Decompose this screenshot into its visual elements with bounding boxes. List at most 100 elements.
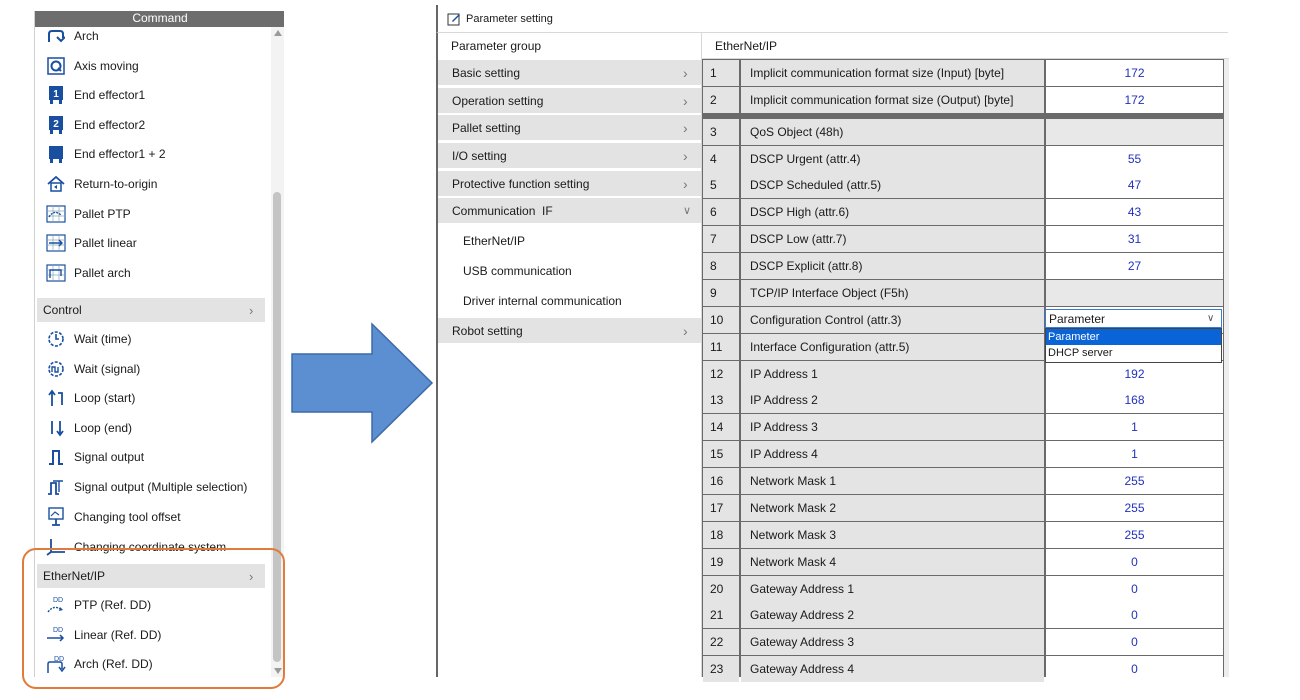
table-scrollbar[interactable]: [1224, 59, 1229, 677]
end-effector-2-icon: 2: [46, 115, 66, 135]
command-item-loop-start[interactable]: Loop (start): [35, 383, 265, 412]
row-number: 7: [703, 226, 739, 253]
table-row: 14 IP Address 31: [703, 414, 1223, 441]
parameter-value[interactable]: 47: [1046, 172, 1223, 199]
parameter-name: Interface Configuration (attr.5): [741, 333, 1044, 360]
group-robot-setting[interactable]: Robot setting ›: [438, 318, 701, 343]
command-item-return-to-origin[interactable]: Return-to-origin: [35, 169, 265, 198]
command-item-end-effector-both[interactable]: End effector1 + 2: [35, 139, 265, 168]
window-title: Parameter setting: [466, 12, 553, 25]
table-row: 8 DSCP Explicit (attr.8) 27: [703, 253, 1223, 280]
command-item-end-effector1[interactable]: 1 End effector1: [35, 80, 265, 109]
parameter-name: DSCP Explicit (attr.8): [741, 253, 1044, 280]
row-number: 1: [703, 60, 739, 86]
chevron-right-icon: ›: [249, 302, 254, 318]
parameter-value[interactable]: 255: [1046, 494, 1223, 521]
parameter-name: DSCP Scheduled (attr.5): [741, 172, 1044, 199]
parameter-table-header: EtherNet/IP: [702, 33, 1229, 59]
home-icon: [46, 174, 66, 194]
chevron-right-icon: ›: [683, 175, 688, 192]
group-communication-if[interactable]: Communication IF ∨: [438, 198, 701, 223]
subgroup-ethernet-ip[interactable]: EtherNet/IP: [438, 226, 701, 256]
group-pallet-setting[interactable]: Pallet setting ›: [438, 115, 701, 140]
command-item-wait-time[interactable]: Wait (time): [35, 324, 265, 353]
command-item-changing-tool-offset[interactable]: Changing tool offset: [35, 502, 265, 531]
table-row: 6 DSCP High (attr.6) 43: [703, 199, 1223, 226]
pallet-arch-icon: [46, 263, 66, 283]
option-parameter[interactable]: Parameter: [1046, 329, 1221, 345]
chevron-right-icon: ›: [683, 119, 688, 136]
table-row: 18 Network Mask 3 255: [703, 521, 1223, 548]
row-number: 9: [703, 279, 739, 306]
table-row: 2 Implicit communication format size (Out…: [703, 86, 1223, 113]
parameter-value[interactable]: 0: [1046, 602, 1223, 629]
command-item-wait-signal[interactable]: Wait (signal): [35, 354, 265, 383]
pallet-ptp-icon: [46, 204, 66, 224]
command-item-pallet-linear[interactable]: Pallet linear: [35, 228, 265, 257]
subgroup-driver-internal-communication[interactable]: Driver internal communication: [438, 286, 701, 316]
parameter-name: DSCP Low (attr.7): [741, 226, 1044, 253]
parameter-name: Configuration Control (attr.3): [741, 306, 1044, 333]
configuration-control-select[interactable]: Parameter ∨: [1045, 309, 1222, 328]
parameter-value[interactable]: 168: [1046, 387, 1223, 414]
parameter-value[interactable]: 172: [1046, 60, 1223, 86]
right-arrow-icon: [291, 322, 434, 444]
configuration-control-options: Parameter DHCP server: [1045, 328, 1222, 363]
subgroup-usb-communication[interactable]: USB communication: [438, 256, 701, 286]
parameter-group-header: Parameter group: [451, 39, 542, 53]
group-basic-setting[interactable]: Basic setting ›: [438, 60, 701, 85]
group-protective-function-setting[interactable]: Protective function setting ›: [438, 171, 701, 196]
chevron-down-icon: ∨: [1207, 313, 1215, 324]
row-number: 17: [703, 494, 739, 521]
table-row: 19 Network Mask 40: [703, 548, 1223, 575]
ethernet-ip-highlight: [22, 548, 285, 689]
command-item-loop-end[interactable]: Loop (end): [35, 413, 265, 442]
parameter-name: Network Mask 3: [741, 521, 1044, 548]
row-number: 14: [703, 414, 739, 441]
parameter-value[interactable]: 1: [1046, 414, 1223, 441]
row-number: 5: [703, 172, 739, 199]
parameter-value[interactable]: 27: [1046, 253, 1223, 280]
parameter-value[interactable]: 192: [1046, 360, 1223, 387]
parameter-value[interactable]: 1: [1046, 441, 1223, 468]
parameter-name: DSCP High (attr.6): [741, 199, 1044, 226]
parameter-value[interactable]: 255: [1046, 468, 1223, 495]
parameter-value[interactable]: 0: [1046, 575, 1223, 602]
command-item-arch[interactable]: Arch: [35, 21, 265, 50]
table-row: 12 IP Address 1 192: [703, 360, 1223, 387]
parameter-name: IP Address 2: [741, 387, 1044, 414]
scroll-up-icon[interactable]: [274, 30, 282, 36]
command-item-pallet-arch[interactable]: Pallet arch: [35, 258, 265, 287]
row-number: 8: [703, 253, 739, 280]
signal-wait-icon: [46, 359, 66, 379]
row-number: 23: [703, 656, 739, 683]
row-number: 15: [703, 441, 739, 468]
pallet-linear-icon: [46, 233, 66, 253]
command-item-signal-output-multiple[interactable]: Signal output (Multiple selection): [35, 472, 265, 501]
pulse-icon: [46, 447, 66, 467]
row-number: 19: [703, 548, 739, 575]
parameter-value[interactable]: 0: [1046, 656, 1223, 683]
group-operation-setting[interactable]: Operation setting ›: [438, 88, 701, 113]
option-dhcp-server[interactable]: DHCP server: [1046, 345, 1221, 361]
parameter-name: QoS Object (48h): [741, 118, 1044, 145]
table-row: 5 DSCP Scheduled (attr.5) 47: [703, 172, 1223, 199]
command-item-axis-moving[interactable]: Axis moving: [35, 51, 265, 80]
command-item-end-effector2[interactable]: 2 End effector2: [35, 110, 265, 139]
parameter-value[interactable]: 0: [1046, 629, 1223, 656]
group-io-setting[interactable]: I/O setting ›: [438, 143, 701, 168]
svg-text:2: 2: [53, 119, 59, 130]
table-row: 13 IP Address 2 168: [703, 387, 1223, 414]
parameter-value[interactable]: 255: [1046, 521, 1223, 548]
parameter-value[interactable]: 31: [1046, 226, 1223, 253]
category-control[interactable]: Control ›: [37, 298, 265, 322]
parameter-value[interactable]: 0: [1046, 548, 1223, 575]
parameter-name: IP Address 1: [741, 360, 1044, 387]
parameter-name: Network Mask 4: [741, 548, 1044, 575]
command-item-signal-output[interactable]: Signal output: [35, 442, 265, 471]
parameter-value[interactable]: 55: [1046, 145, 1223, 172]
parameter-value[interactable]: 172: [1046, 86, 1223, 113]
parameter-value[interactable]: 43: [1046, 199, 1223, 226]
parameter-value: [1046, 279, 1223, 306]
command-item-pallet-ptp[interactable]: Pallet PTP: [35, 199, 265, 228]
